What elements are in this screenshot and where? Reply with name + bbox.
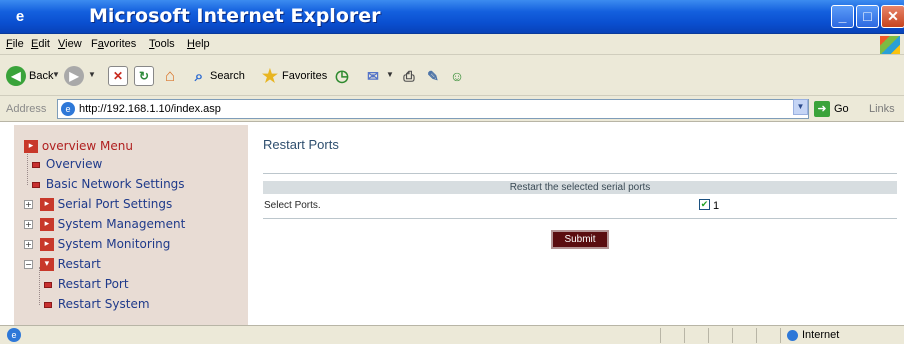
forward-arrow-icon[interactable]: ▶ bbox=[64, 66, 84, 86]
sidebar-item-label[interactable]: Serial Port Settings bbox=[58, 197, 173, 211]
folder-icon: ▸ bbox=[24, 140, 38, 153]
back-dropdown-icon[interactable]: ▼ bbox=[52, 70, 60, 79]
menu-favorites[interactable]: Favorites bbox=[91, 38, 136, 50]
address-input[interactable]: e http://192.168.1.10/index.asp bbox=[57, 99, 809, 119]
menu-help[interactable]: Help bbox=[187, 38, 210, 50]
section-header: Restart the selected serial ports bbox=[263, 181, 897, 194]
go-button-label[interactable]: Go bbox=[834, 103, 849, 115]
status-separator bbox=[708, 328, 709, 343]
bullet-icon bbox=[32, 161, 40, 168]
folder-icon: ▾ bbox=[39, 258, 54, 271]
sidebar-item-basic-network[interactable]: Basic Network Settings bbox=[32, 177, 185, 193]
folder-icon: ▸ bbox=[39, 198, 54, 211]
sidebar-item-serial-port[interactable]: + ▸ Serial Port Settings bbox=[24, 197, 172, 213]
sidebar-item-system-monitoring[interactable]: + ▸ System Monitoring bbox=[24, 237, 170, 253]
bullet-icon bbox=[44, 301, 52, 308]
history-icon[interactable]: ◷ bbox=[332, 66, 352, 86]
expand-icon[interactable]: + bbox=[24, 220, 33, 229]
address-url[interactable]: http://192.168.1.10/index.asp bbox=[79, 103, 221, 115]
sidebar-item-restart[interactable]: − ▾ Restart bbox=[24, 257, 101, 273]
address-label: Address bbox=[6, 103, 47, 115]
zone-label: Internet bbox=[802, 329, 840, 341]
menu-edit[interactable]: Edit bbox=[31, 38, 50, 50]
print-icon[interactable]: ⎙ bbox=[399, 66, 419, 86]
menu-file[interactable]: File bbox=[6, 38, 24, 50]
status-separator bbox=[732, 328, 733, 343]
status-separator bbox=[780, 328, 781, 343]
status-separator bbox=[660, 328, 661, 343]
status-bar: e Internet bbox=[0, 325, 904, 344]
page-icon: e bbox=[61, 102, 75, 116]
toolbar: ◀ Back ▼ ▶ ▼ ✕ ↻ ⌂ ⌕ Search ★ Favorites … bbox=[0, 55, 904, 96]
mail-icon[interactable]: ✉ bbox=[363, 66, 383, 86]
port-1-checkbox[interactable]: ✔ bbox=[699, 199, 710, 210]
menu-view[interactable]: View bbox=[58, 38, 82, 50]
divider bbox=[263, 218, 897, 219]
search-icon[interactable]: ⌕ bbox=[189, 66, 209, 86]
sidebar-item-restart-system[interactable]: Restart System bbox=[44, 297, 150, 313]
favorites-button-label[interactable]: Favorites bbox=[282, 70, 327, 82]
window-title: Microsoft Internet Explorer bbox=[89, 5, 381, 27]
port-number-label: 1 bbox=[713, 200, 720, 212]
title-bar[interactable]: e Microsoft Internet Explorer _ □ ✕ bbox=[0, 0, 904, 34]
status-separator bbox=[684, 328, 685, 343]
bullet-icon bbox=[44, 281, 52, 288]
sidebar-item-label[interactable]: Restart System bbox=[58, 297, 150, 311]
links-label[interactable]: Links bbox=[869, 103, 895, 115]
close-button[interactable]: ✕ bbox=[881, 5, 904, 28]
sidebar-item-label[interactable]: Overview bbox=[46, 157, 103, 171]
sidebar-item-label[interactable]: System Monitoring bbox=[58, 237, 171, 251]
sidebar-item-label[interactable]: Restart bbox=[58, 257, 101, 271]
favorites-star-icon[interactable]: ★ bbox=[260, 66, 280, 86]
search-button-label[interactable]: Search bbox=[210, 70, 245, 82]
select-ports-label: Select Ports. bbox=[264, 200, 321, 211]
sidebar-item-overview[interactable]: Overview bbox=[32, 157, 102, 173]
bullet-icon bbox=[32, 181, 40, 188]
internet-zone-icon bbox=[787, 330, 798, 341]
back-button-label[interactable]: Back bbox=[29, 70, 53, 82]
expand-icon[interactable]: + bbox=[24, 200, 33, 209]
collapse-icon[interactable]: − bbox=[24, 260, 33, 269]
page-content: ▸ overview Menu Overview Basic Network S… bbox=[0, 122, 904, 325]
folder-icon: ▸ bbox=[39, 238, 54, 251]
stop-icon[interactable]: ✕ bbox=[108, 66, 128, 86]
sidebar-root[interactable]: ▸ overview Menu bbox=[24, 139, 133, 155]
forward-dropdown-icon[interactable]: ▼ bbox=[88, 70, 96, 79]
edit-icon[interactable]: ✎ bbox=[423, 66, 443, 86]
address-bar: Address e http://192.168.1.10/index.asp … bbox=[0, 96, 904, 122]
submit-button[interactable]: Submit bbox=[551, 230, 609, 249]
sidebar-item-system-management[interactable]: + ▸ System Management bbox=[24, 217, 185, 233]
address-dropdown-icon[interactable]: ▼ bbox=[793, 99, 808, 115]
sidebar-item-restart-port[interactable]: Restart Port bbox=[44, 277, 129, 293]
page-title: Restart Ports bbox=[263, 137, 339, 152]
ie-app-icon[interactable]: e bbox=[12, 9, 28, 25]
expand-icon[interactable]: + bbox=[24, 240, 33, 249]
maximize-button[interactable]: □ bbox=[856, 5, 879, 28]
minimize-button[interactable]: _ bbox=[831, 5, 854, 28]
main-panel: Restart Ports Restart the selected seria… bbox=[258, 122, 904, 325]
windows-logo-icon bbox=[880, 36, 900, 54]
folder-icon: ▸ bbox=[39, 218, 54, 231]
back-arrow-icon[interactable]: ◀ bbox=[6, 66, 26, 86]
sidebar-root-label[interactable]: overview Menu bbox=[42, 139, 133, 153]
go-arrow-icon[interactable]: ➜ bbox=[814, 101, 830, 117]
divider bbox=[263, 173, 897, 174]
sidebar-menu: ▸ overview Menu Overview Basic Network S… bbox=[14, 125, 248, 325]
menu-bar: File Edit View Favorites Tools Help bbox=[0, 34, 904, 55]
status-separator bbox=[756, 328, 757, 343]
refresh-icon[interactable]: ↻ bbox=[134, 66, 154, 86]
menu-tools[interactable]: Tools bbox=[149, 38, 175, 50]
home-icon[interactable]: ⌂ bbox=[160, 66, 180, 86]
page-status-icon: e bbox=[7, 328, 21, 342]
messenger-icon[interactable]: ☺ bbox=[447, 66, 467, 86]
sidebar-item-label[interactable]: Basic Network Settings bbox=[46, 177, 185, 191]
sidebar-item-label[interactable]: Restart Port bbox=[58, 277, 129, 291]
sidebar-item-label[interactable]: System Management bbox=[58, 217, 186, 231]
mail-dropdown-icon[interactable]: ▼ bbox=[386, 70, 394, 79]
